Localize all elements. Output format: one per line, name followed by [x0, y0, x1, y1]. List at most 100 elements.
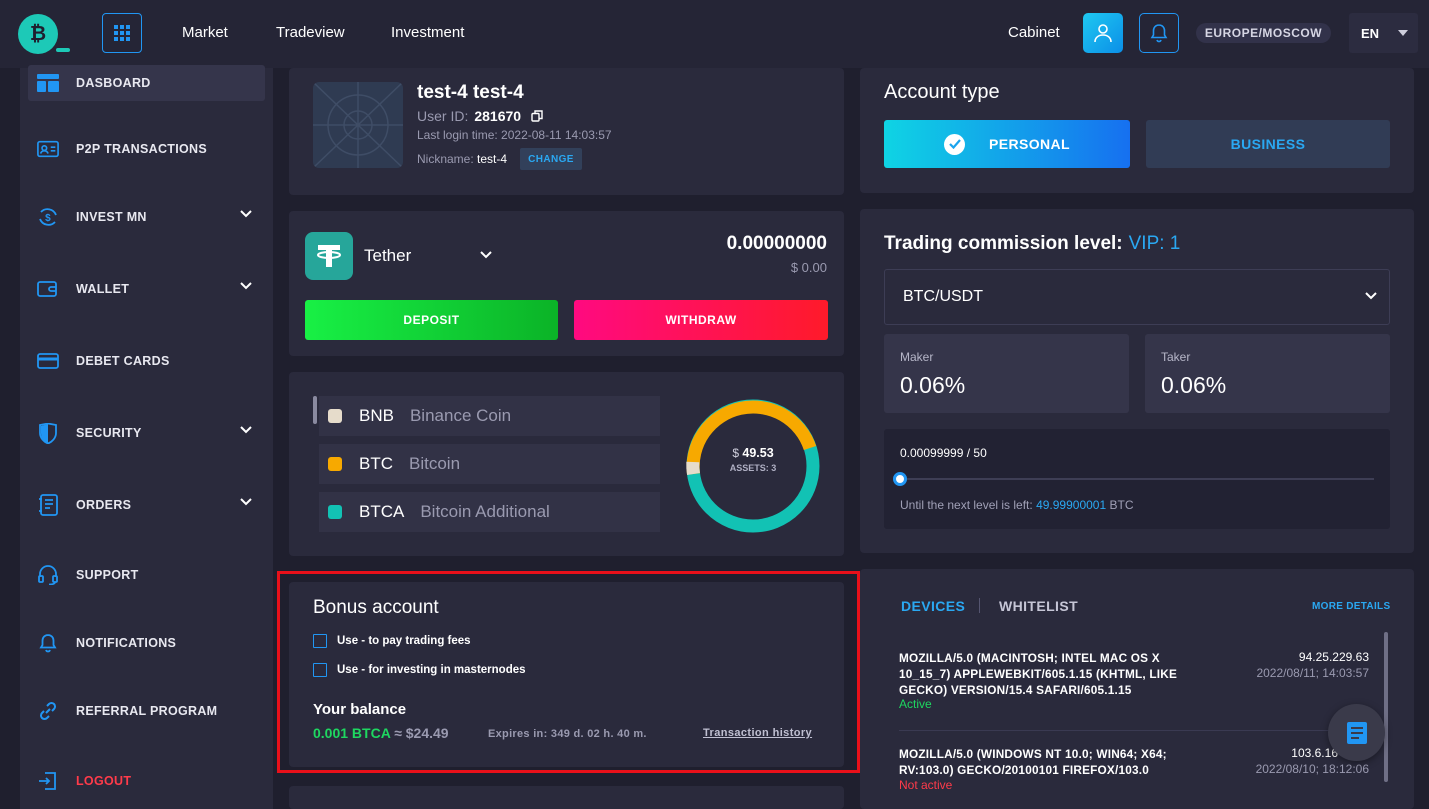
- notifications-button[interactable]: [1139, 13, 1179, 53]
- card-icon: [37, 350, 59, 372]
- sidebar: DASBOARD P2P TRANSACTIONS $ INVEST MN WA…: [20, 65, 273, 809]
- change-nickname-button[interactable]: CHANGE: [520, 148, 582, 170]
- bonus-amount: 0.001 BTCA: [313, 725, 391, 741]
- sidebar-item-logout[interactable]: LOGOUT: [28, 763, 265, 799]
- nav-market[interactable]: Market: [182, 24, 228, 41]
- wallet-icon: [37, 278, 59, 300]
- pay-fees-label: Use - to pay trading fees: [337, 635, 471, 647]
- asset-row[interactable]: BTCA Bitcoin Additional: [319, 492, 660, 532]
- masternodes-checkbox[interactable]: [313, 663, 327, 677]
- sidebar-item-orders[interactable]: ORDERS: [28, 487, 265, 523]
- divider: [899, 730, 1369, 731]
- device-ip: 103.6.16: [1291, 746, 1338, 760]
- dashboard-icon: [37, 72, 59, 94]
- headset-icon: [37, 564, 59, 586]
- sidebar-item-label: SECURITY: [76, 426, 142, 440]
- timezone-badge[interactable]: EUROPE/MOSCOW: [1196, 23, 1331, 43]
- link-icon: [37, 700, 59, 722]
- withdraw-button[interactable]: WITHDRAW: [574, 300, 828, 340]
- apps-grid-button[interactable]: [102, 13, 142, 53]
- device-user-agent: MOZILLA/5.0 (WINDOWS NT 10.0; WIN64; X64…: [899, 747, 1167, 777]
- caret-down-icon: [1398, 30, 1408, 36]
- progress-track: [900, 478, 1374, 480]
- chevron-down-icon: [1365, 292, 1377, 300]
- progress-text: 0.00099999 / 50: [900, 446, 987, 460]
- user-id-label: User ID:: [417, 108, 469, 124]
- nav-investment[interactable]: Investment: [391, 24, 464, 41]
- sidebar-item-label: INVEST MN: [76, 210, 147, 224]
- wallet-balance: 0.00000000: [726, 233, 827, 254]
- next-level-amount: 49.99900001: [1036, 498, 1107, 512]
- last-login: Last login time: 2022-08-11 14:03:57: [417, 128, 612, 142]
- notes-fab-button[interactable]: [1328, 704, 1385, 761]
- asset-name: Bitcoin Additional: [420, 502, 550, 521]
- nickname-value: test-4: [477, 152, 508, 166]
- tab-separator: [979, 598, 980, 613]
- transaction-history-link[interactable]: Transaction history: [703, 727, 812, 739]
- sidebar-item-label: NOTIFICATIONS: [76, 636, 177, 650]
- business-account-button[interactable]: BUSINESS: [1146, 120, 1390, 168]
- sidebar-item-label: SUPPORT: [76, 568, 139, 582]
- taker-label: Taker: [1161, 350, 1191, 364]
- tc-title-text: Trading commission level:: [884, 233, 1123, 254]
- sidebar-item-wallet[interactable]: WALLET: [28, 271, 265, 307]
- top-bar: ₿ Market Tradeview Investment Cabinet EU…: [0, 0, 1429, 68]
- more-details-link[interactable]: MORE DETAILS: [1312, 601, 1390, 612]
- sidebar-item-notifications[interactable]: NOTIFICATIONS: [28, 625, 265, 661]
- chevron-down-icon: [240, 282, 252, 290]
- sidebar-item-p2p[interactable]: P2P TRANSACTIONS: [28, 131, 265, 167]
- assets-scrollbar[interactable]: [313, 396, 317, 424]
- sidebar-item-security[interactable]: SECURITY: [28, 415, 265, 451]
- chevron-down-icon[interactable]: [480, 251, 492, 259]
- language-select[interactable]: EN: [1349, 13, 1418, 53]
- sidebar-item-label: ORDERS: [76, 498, 132, 512]
- sidebar-item-dashboard[interactable]: DASBOARD: [28, 65, 265, 101]
- asset-swatch: [328, 457, 342, 471]
- currency-select[interactable]: Tether: [364, 246, 411, 266]
- tab-whitelist[interactable]: WHITELIST: [999, 598, 1078, 614]
- sidebar-item-invest-mn[interactable]: $ INVEST MN: [28, 199, 265, 235]
- sidebar-item-label: LOGOUT: [76, 774, 132, 788]
- bell-icon: [1150, 24, 1168, 43]
- avatar: [313, 82, 403, 168]
- masternodes-label: Use - for investing in masternodes: [337, 664, 526, 676]
- tab-devices[interactable]: DEVICES: [901, 598, 965, 614]
- taker-value: 0.06%: [1161, 372, 1227, 398]
- sidebar-item-debet-cards[interactable]: DEBET CARDS: [28, 343, 265, 379]
- donut-center: $ 49.53 ASSETS: 3: [683, 446, 823, 473]
- nav-cabinet[interactable]: Cabinet: [1008, 24, 1060, 41]
- asset-row[interactable]: BTC Bitcoin: [319, 444, 660, 484]
- id-card-icon: [37, 138, 59, 160]
- logo[interactable]: ₿: [18, 14, 70, 54]
- bonus-approx: ≈ $24.49: [394, 725, 449, 741]
- chevron-down-icon: [240, 210, 252, 218]
- progress-knob[interactable]: [893, 472, 907, 486]
- sidebar-item-referral[interactable]: REFERRAL PROGRAM: [28, 693, 265, 729]
- device-row: MOZILLA/5.0 (MACINTOSH; INTEL MAC OS X 1…: [899, 650, 1369, 714]
- personal-label: PERSONAL: [989, 136, 1070, 152]
- nav-tradeview[interactable]: Tradeview: [276, 24, 345, 41]
- asset-row[interactable]: BNB Binance Coin: [319, 396, 660, 436]
- sidebar-item-label: WALLET: [76, 282, 130, 296]
- profile-button[interactable]: [1083, 13, 1123, 53]
- copy-icon[interactable]: [531, 110, 543, 122]
- maker-label: Maker: [900, 350, 934, 364]
- logout-icon: [37, 770, 59, 792]
- your-balance-label: Your balance: [313, 701, 407, 718]
- sidebar-item-support[interactable]: SUPPORT: [28, 557, 265, 593]
- device-row: MOZILLA/5.0 (WINDOWS NT 10.0; WIN64; X64…: [899, 746, 1369, 796]
- pay-fees-checkbox[interactable]: [313, 634, 327, 648]
- check-icon: [944, 133, 965, 155]
- chevron-down-icon: [240, 426, 252, 434]
- document-icon: [1346, 721, 1367, 744]
- next-level-prefix: Until the next level is left:: [900, 498, 1033, 512]
- profile-name: test-4 test-4: [417, 82, 524, 103]
- device-status: Not active: [899, 778, 953, 792]
- bonus-expires: Expires in: 349 d. 02 h. 40 m.: [488, 728, 647, 740]
- pair-select[interactable]: BTC/USDT: [884, 269, 1390, 325]
- asset-symbol: BNB: [359, 406, 394, 425]
- devices-scrollbar[interactable]: [1384, 632, 1388, 782]
- personal-account-button[interactable]: PERSONAL: [884, 120, 1130, 168]
- wallet-balance-usd: $ 0.00: [790, 260, 827, 275]
- deposit-button[interactable]: DEPOSIT: [305, 300, 558, 340]
